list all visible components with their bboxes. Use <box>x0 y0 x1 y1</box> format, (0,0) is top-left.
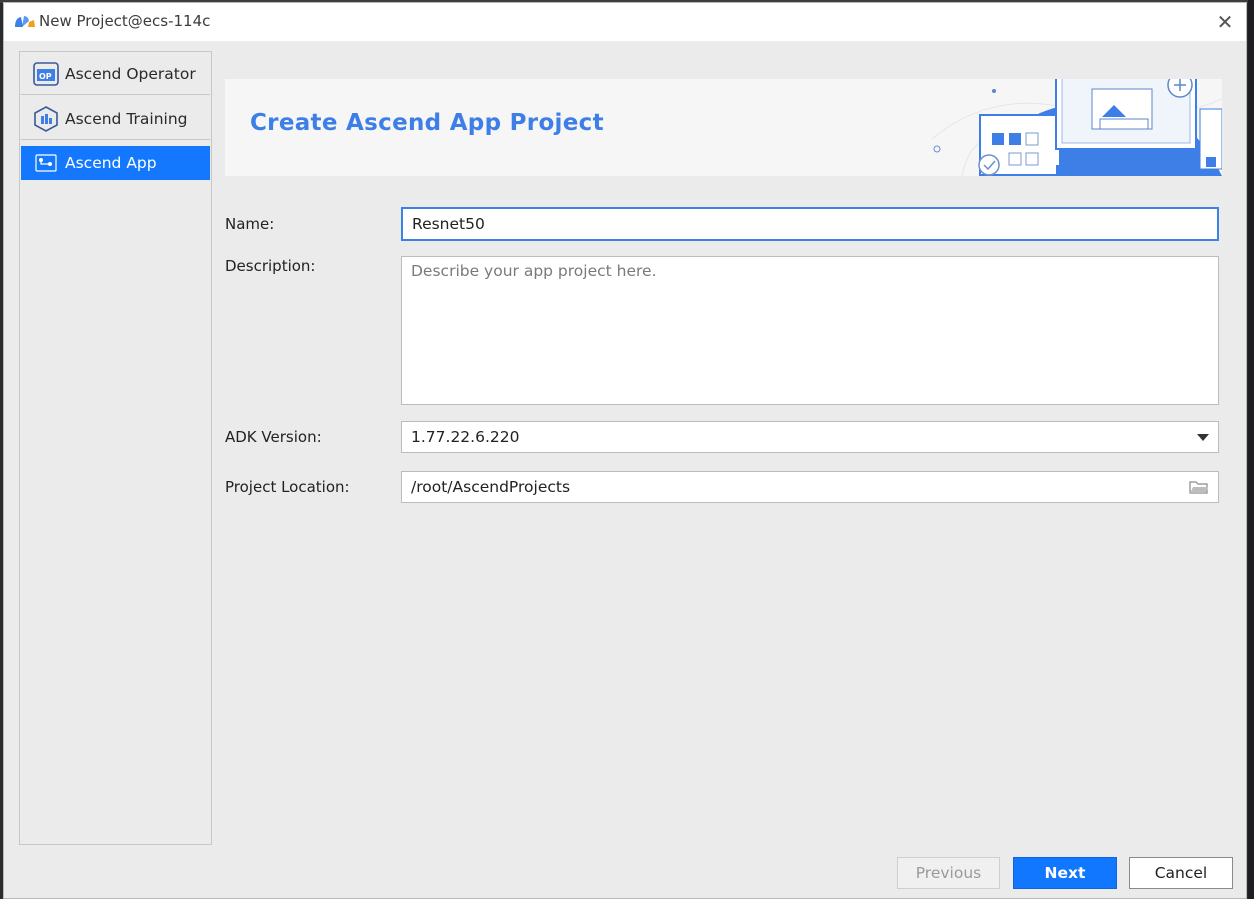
name-label: Name: <box>225 215 275 233</box>
title-bar: New Project@ecs-114c ✕ <box>4 3 1246 41</box>
banner-illustration <box>932 79 1222 176</box>
window-title: New Project@ecs-114c <box>39 12 211 30</box>
cancel-button[interactable]: Cancel <box>1129 857 1233 889</box>
folder-icon[interactable] <box>1189 479 1209 495</box>
chevron-down-icon[interactable] <box>1197 433 1209 441</box>
sidebar-item-ascend-training[interactable]: Ascend Training <box>21 98 210 140</box>
name-input[interactable]: Resnet50 <box>401 207 1219 241</box>
project-location-label: Project Location: <box>225 478 350 496</box>
app-logo-icon <box>14 13 36 29</box>
sidebar-item-label: Ascend Operator <box>65 64 196 83</box>
sidebar-item-ascend-app[interactable]: Ascend App <box>21 146 210 180</box>
adk-version-select[interactable]: 1.77.22.6.220 <box>401 421 1219 453</box>
sidebar-item-ascend-operator[interactable]: OP Ascend Operator <box>21 53 210 95</box>
close-icon[interactable]: ✕ <box>1212 9 1238 35</box>
sidebar-item-label: Ascend Training <box>65 109 188 128</box>
previous-button[interactable]: Previous <box>897 857 1000 889</box>
project-location-value: /root/AscendProjects <box>411 478 571 496</box>
background-editor-edge <box>1248 0 1254 899</box>
name-input-value: Resnet50 <box>412 215 485 233</box>
description-label: Description: <box>225 257 316 275</box>
next-button[interactable]: Next <box>1013 857 1117 889</box>
new-project-dialog: New Project@ecs-114c ✕ OP Ascend Operato… <box>3 2 1247 899</box>
adk-version-label: ADK Version: <box>225 428 322 446</box>
ascend-operator-icon: OP <box>33 61 59 87</box>
adk-version-value: 1.77.22.6.220 <box>411 428 520 446</box>
description-textarea[interactable]: Describe your app project here. <box>401 256 1219 405</box>
header-banner: Create Ascend App Project <box>225 79 1222 176</box>
project-type-sidebar: OP Ascend Operator Ascend Training Ascen… <box>19 51 212 845</box>
ascend-app-icon <box>33 150 59 176</box>
description-placeholder: Describe your app project here. <box>411 262 657 280</box>
svg-text:OP: OP <box>39 72 52 81</box>
sidebar-item-label: Ascend App <box>65 154 157 172</box>
ascend-training-icon <box>33 105 59 132</box>
page-title: Create Ascend App Project <box>250 110 604 136</box>
project-location-input[interactable]: /root/AscendProjects <box>401 471 1219 503</box>
